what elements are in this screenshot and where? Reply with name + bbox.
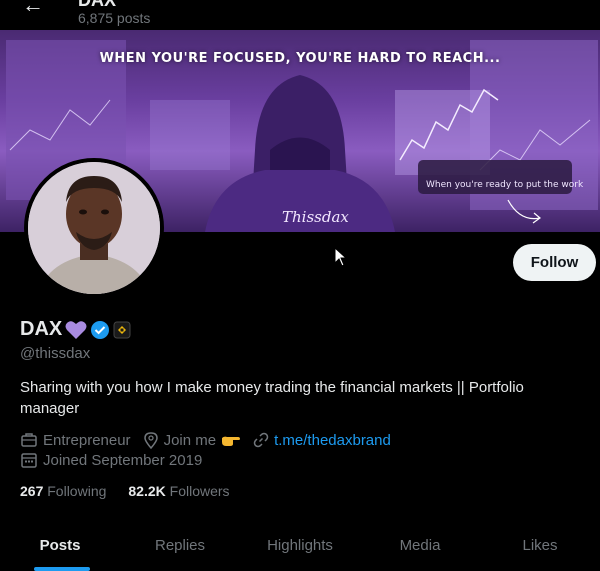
tab-posts[interactable]: Posts (0, 527, 120, 571)
avatar-portrait (28, 162, 160, 294)
follow-stats: 267 Following 82.2K Followers (20, 483, 230, 499)
back-arrow-icon[interactable]: ← (22, 0, 44, 18)
header-posts-count: 6,875 posts (78, 10, 151, 26)
location-text: Join me (163, 431, 217, 449)
occupation-text: Entrepreneur (43, 431, 131, 449)
tab-media-label: Media (399, 537, 441, 554)
top-bar: ← DAX 6,875 posts (0, 0, 600, 30)
profile-link[interactable]: t.me/thedaxbrand (274, 432, 391, 449)
followers-count: 82.2K (128, 483, 166, 499)
location-item: Join me (143, 431, 242, 449)
calendar-icon (21, 453, 37, 468)
profile-meta: Entrepreneur Join me t.me/thedaxbrand Jo… (20, 430, 403, 470)
pointing-hand-emoji-icon (222, 436, 241, 446)
joined-text: Joined September 2019 (43, 451, 203, 469)
link-icon (253, 432, 269, 448)
tab-replies[interactable]: Replies (120, 527, 240, 571)
link-item[interactable]: t.me/thedaxbrand (253, 432, 391, 449)
following-stat[interactable]: 267 Following (20, 483, 106, 499)
tab-highlights-label: Highlights (267, 537, 333, 554)
briefcase-icon (21, 433, 37, 447)
tab-posts-label: Posts (39, 537, 81, 554)
tab-media[interactable]: Media (360, 527, 480, 571)
banner-note: When you're ready to put the work (426, 180, 584, 190)
purple-heart-icon (65, 320, 87, 339)
tab-replies-label: Replies (154, 537, 206, 554)
location-pin-icon (143, 432, 158, 449)
banner-signature: Thissdax (282, 208, 349, 226)
active-tab-indicator (34, 567, 90, 571)
profile-handle: @thissdax (20, 345, 91, 362)
follow-button[interactable]: Follow (513, 244, 596, 281)
following-count: 267 (20, 483, 44, 499)
tab-likes-label: Likes (522, 537, 558, 554)
mouse-cursor-icon (334, 247, 348, 267)
profile-tabs: Posts Replies Highlights Media Likes (0, 527, 600, 571)
banner-quote: WHEN YOU'RE FOCUSED, YOU'RE HARD TO REAC… (99, 51, 501, 66)
tab-highlights[interactable]: Highlights (240, 527, 360, 571)
display-name: DAX (20, 318, 63, 340)
followers-label: Followers (169, 483, 230, 499)
tab-likes[interactable]: Likes (480, 527, 600, 571)
verified-badge-icon[interactable] (90, 320, 110, 340)
avatar[interactable] (24, 158, 164, 298)
profile-bio: Sharing with you how I make money tradin… (20, 379, 524, 417)
affiliate-badge-icon[interactable] (113, 321, 131, 339)
following-label: Following (47, 483, 107, 499)
followers-stat[interactable]: 82.2K Followers (128, 483, 229, 499)
occupation-item: Entrepreneur (20, 431, 131, 449)
joined-item: Joined September 2019 (20, 451, 202, 469)
profile-name-row: DAX (20, 318, 131, 341)
